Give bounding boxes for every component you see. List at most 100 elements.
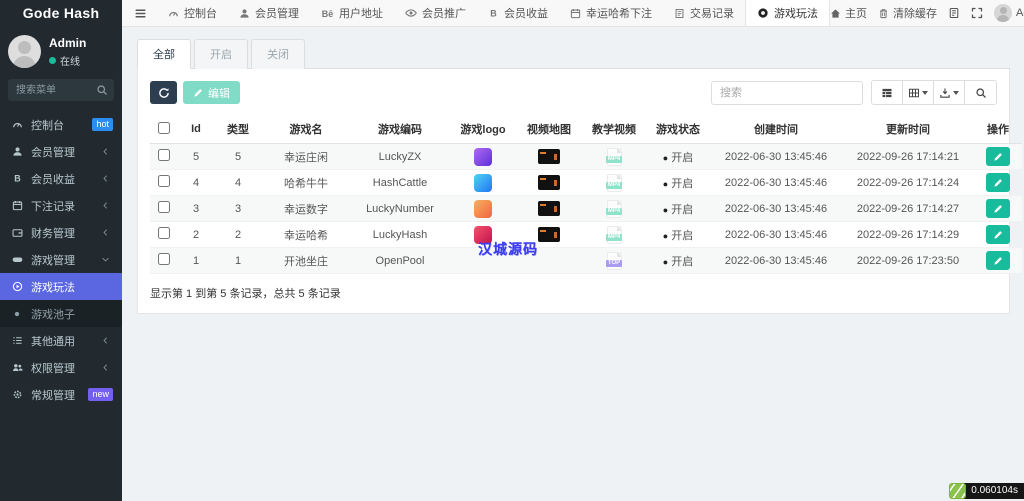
file-icon[interactable]: MP4 <box>605 173 623 192</box>
cell-game-logo <box>450 195 516 222</box>
user-status: 在线 <box>49 53 86 68</box>
badge-hot: hot <box>92 118 113 131</box>
cell-tutorial-video: MP4 <box>582 195 646 222</box>
user-status-label: 在线 <box>60 56 80 68</box>
table-card: 编辑 Id类型游戏名游戏编码游戏logo视频地图教学视频 <box>137 69 1022 314</box>
row-edit-button[interactable] <box>986 225 1010 244</box>
hamburger-menu-icon[interactable] <box>122 7 157 20</box>
refresh-button[interactable] <box>150 81 177 104</box>
menu-search <box>8 79 114 101</box>
sidebar-item-label: 会员管理 <box>31 146 75 159</box>
table-body: 5 5 幸运庄闲 LuckyZX MP4 ● 开启 2022-06-30 13:45:46 20… <box>150 143 1022 274</box>
topnav-tab-会员推广[interactable]: 会员推广 <box>394 0 477 26</box>
sidebar-item-label: 游戏管理 <box>31 254 75 267</box>
row-checkbox[interactable] <box>158 175 170 187</box>
fullscreen-icon[interactable] <box>971 7 983 19</box>
file-type-label: TOP <box>605 259 623 267</box>
sidebar-item-下注记录[interactable]: 下注记录 <box>0 192 122 219</box>
row-edit-button[interactable] <box>986 199 1010 218</box>
column-header-教学视频: 教学视频 <box>582 115 646 144</box>
status-dot-icon: ● <box>662 256 669 267</box>
bitcoin-icon: B <box>488 8 499 19</box>
sidebar-item-其他通用[interactable]: 其他通用 <box>0 327 122 354</box>
table-row: 1 1 开池坐庄 OpenPool TOP ● 开启 2022-06-30 13:45:46 2… <box>150 247 1022 274</box>
video-thumbnail[interactable] <box>538 149 560 164</box>
row-checkbox[interactable] <box>158 227 170 239</box>
search-icon <box>96 84 108 96</box>
sidebar-item-label: 财务管理 <box>31 227 75 240</box>
topnav-tab-幸运哈希下注[interactable]: 幸运哈希下注 <box>559 0 663 26</box>
toggle-view-button[interactable] <box>872 81 903 104</box>
sidebar-item-游戏池子[interactable]: 游戏池子 <box>0 300 122 327</box>
export-button[interactable] <box>934 81 965 104</box>
row-checkbox[interactable] <box>158 201 170 213</box>
sidebar-item-权限管理[interactable]: 权限管理 <box>0 354 122 381</box>
cell-created: 2022-06-30 13:45:46 <box>710 247 842 274</box>
row-edit-button[interactable] <box>986 147 1010 166</box>
topnav-tab-会员收益[interactable]: B 会员收益 <box>477 0 559 26</box>
cell-status: ● 开启 <box>646 143 710 170</box>
file-icon[interactable]: MP4 <box>605 199 623 218</box>
topnav-tab-控制台[interactable]: 控制台 <box>157 0 228 26</box>
topnav-tab-会员管理[interactable]: 会员管理 <box>228 0 310 26</box>
home-link[interactable]: 主页 <box>830 5 867 21</box>
edit-button[interactable]: 编辑 <box>183 81 240 104</box>
sidebar-menu: 控制台 hot 会员管理 B 会员收益下注记录财务管理游戏管理游戏玩法游戏池子 其他通用权… <box>0 111 122 501</box>
topnav-tab-用户地址[interactable]: Bē 用户地址 <box>310 0 394 26</box>
chip-icon <box>757 7 769 19</box>
cell-game-code: OpenPool <box>350 247 450 274</box>
sidebar-item-游戏玩法[interactable]: 游戏玩法 <box>0 273 122 300</box>
sidebar-item-会员管理[interactable]: 会员管理 <box>0 138 122 165</box>
cell-select <box>150 221 178 248</box>
document-icon[interactable] <box>948 7 960 19</box>
main-area: 控制台 会员管理 Bē 用户地址 会员推广 B 会员收益 幸运哈希下注 交易记录 游戏玩法 主页 … <box>122 0 1024 501</box>
cell-game-code: LuckyZX <box>350 143 450 170</box>
row-edit-button[interactable] <box>986 251 1010 270</box>
sidebar-item-label: 下注记录 <box>31 200 75 213</box>
topnav-tab-游戏玩法[interactable]: 游戏玩法 <box>745 0 830 26</box>
clear-cache-link[interactable]: 清除缓存 <box>878 5 937 21</box>
filter-tab-开启[interactable]: 开启 <box>194 39 248 69</box>
video-thumbnail[interactable] <box>538 227 560 242</box>
topnav-tab-label: 控制台 <box>184 8 217 20</box>
sidebar-item-会员收益[interactable]: B 会员收益 <box>0 165 122 192</box>
cell-id: 3 <box>178 195 214 222</box>
row-checkbox[interactable] <box>158 253 170 265</box>
cell-video <box>516 195 582 222</box>
refresh-icon <box>158 87 170 99</box>
status-dot-icon: ● <box>662 230 669 241</box>
select-all-checkbox[interactable] <box>158 121 170 134</box>
columns-button[interactable] <box>903 81 934 104</box>
chevron-left-icon <box>101 201 113 210</box>
badge-new: new <box>88 388 113 401</box>
filter-tab-全部[interactable]: 全部 <box>137 39 191 69</box>
row-checkbox[interactable] <box>158 149 170 161</box>
cell-status: ● 开启 <box>646 221 710 248</box>
games-table: Id 类型 游戏名 游戏编码 游戏logo 视频地图 教学视频 游戏状态 创建时间 更新时间 操作 … <box>150 115 1022 274</box>
debug-timer[interactable]: 0.060104s <box>949 483 1024 499</box>
cell-created: 2022-06-30 13:45:46 <box>710 169 842 196</box>
topnav-tab-交易记录[interactable]: 交易记录 <box>663 0 745 26</box>
table-search-input[interactable] <box>711 80 863 105</box>
sidebar-item-游戏管理[interactable]: 游戏管理 <box>0 246 122 273</box>
status-label: 开启 <box>671 255 694 268</box>
sidebar-item-控制台[interactable]: 控制台 hot <box>0 111 122 138</box>
sidebar-item-label: 游戏玩法 <box>31 281 75 294</box>
cell-actions <box>974 169 1022 196</box>
cell-video <box>516 169 582 196</box>
column-header-操作: 操作 <box>974 115 1022 144</box>
video-thumbnail[interactable] <box>538 201 560 216</box>
file-icon[interactable]: MP4 <box>605 225 623 244</box>
sidebar-item-常规管理[interactable]: 常规管理 new <box>0 381 122 408</box>
file-icon[interactable]: TOP <box>605 251 623 270</box>
file-icon[interactable]: MP4 <box>605 147 623 166</box>
cell-actions <box>974 195 1022 222</box>
sidebar-item-财务管理[interactable]: 财务管理 <box>0 219 122 246</box>
search-toggle-button[interactable] <box>965 81 996 104</box>
row-edit-button[interactable] <box>986 173 1010 192</box>
video-thumbnail[interactable] <box>538 175 560 190</box>
cell-game-code: LuckyNumber <box>350 195 450 222</box>
cell-game-code: LuckyHash <box>350 221 450 248</box>
admin-menu[interactable]: Admin <box>994 4 1024 22</box>
filter-tab-关闭[interactable]: 关闭 <box>251 39 305 69</box>
